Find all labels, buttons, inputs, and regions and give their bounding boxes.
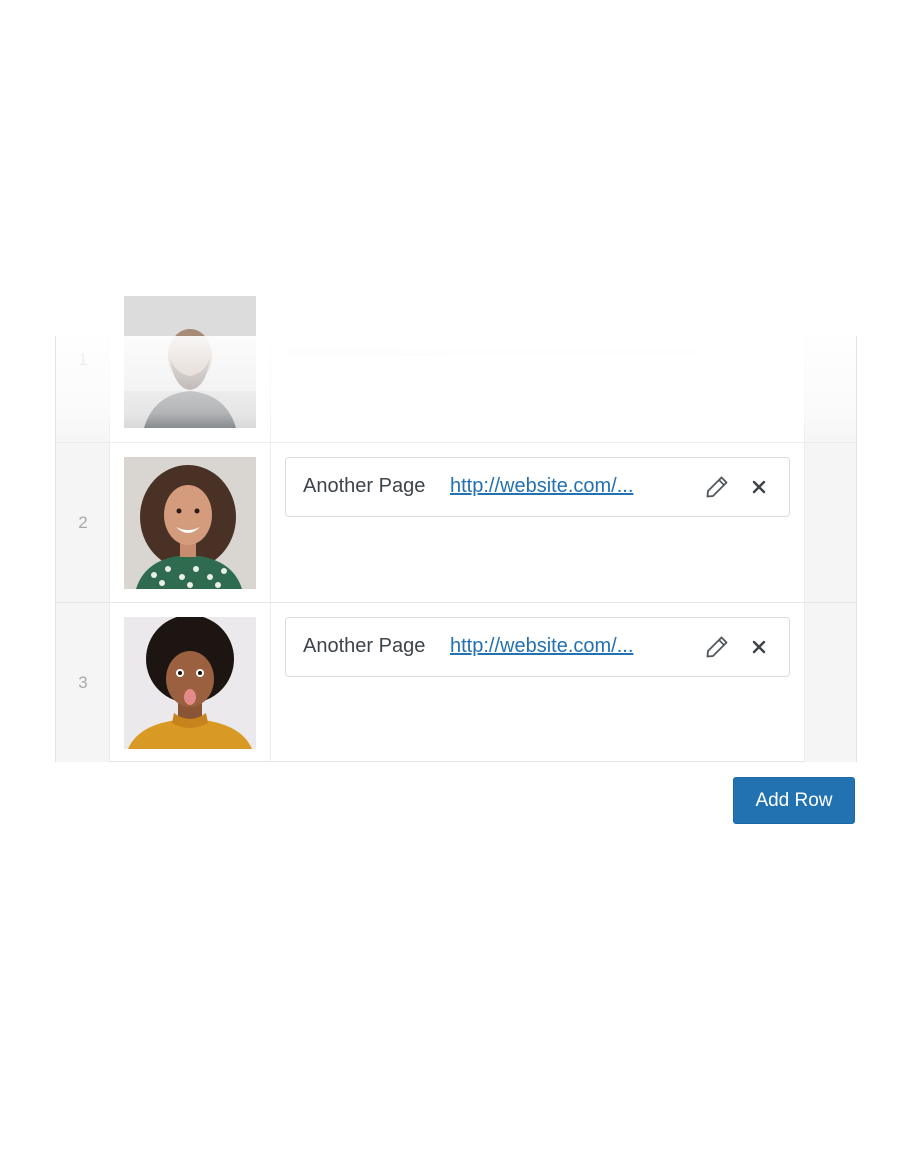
row-actions-cell[interactable] <box>805 336 856 442</box>
row-index: 2 <box>78 513 88 532</box>
close-icon[interactable] <box>746 474 772 500</box>
woman-photo-icon <box>124 457 256 589</box>
table-row: 2 Another Page http://website.com/... <box>56 442 856 602</box>
person-photo[interactable] <box>124 617 256 749</box>
table-row: 1 <box>56 296 856 446</box>
link-url[interactable]: http://website.com/... <box>450 635 633 658</box>
table-row: 3 Another Page http://website.com/... <box>56 602 856 762</box>
pencil-icon[interactable] <box>704 474 730 500</box>
row-index: 1 <box>78 350 88 369</box>
row-actions-cell[interactable] <box>805 443 856 602</box>
row-actions-cell[interactable] <box>805 603 856 762</box>
row-drag-handle[interactable]: 2 <box>56 443 110 602</box>
close-icon[interactable] <box>746 634 772 660</box>
add-row-button[interactable]: Add Row <box>733 777 855 824</box>
row-drag-handle[interactable]: 3 <box>56 603 110 762</box>
link-url[interactable]: http://website.com/... <box>450 475 633 498</box>
image-cell <box>110 296 271 442</box>
link-cell: Another Page http://website.com/... <box>271 603 805 762</box>
link-cell: Another Page http://website.com/... <box>271 443 805 602</box>
woman-photo-icon <box>124 617 256 749</box>
link-title: Another Page <box>303 635 426 657</box>
repeater-table: 1 2 Another Page http://website.com/... … <box>55 296 857 762</box>
link-title: Another Page <box>303 475 426 497</box>
image-cell <box>110 443 271 602</box>
link-field[interactable]: Another Page http://website.com/... <box>285 617 790 677</box>
man-photo-icon <box>124 296 256 428</box>
link-field[interactable]: Another Page http://website.com/... <box>285 457 790 517</box>
row-drag-handle[interactable]: 1 <box>56 336 110 442</box>
faded-content <box>286 348 736 356</box>
person-photo[interactable] <box>124 457 256 589</box>
pencil-icon[interactable] <box>704 634 730 660</box>
person-photo[interactable] <box>124 296 256 428</box>
row-index: 3 <box>78 673 88 692</box>
image-cell <box>110 603 271 762</box>
